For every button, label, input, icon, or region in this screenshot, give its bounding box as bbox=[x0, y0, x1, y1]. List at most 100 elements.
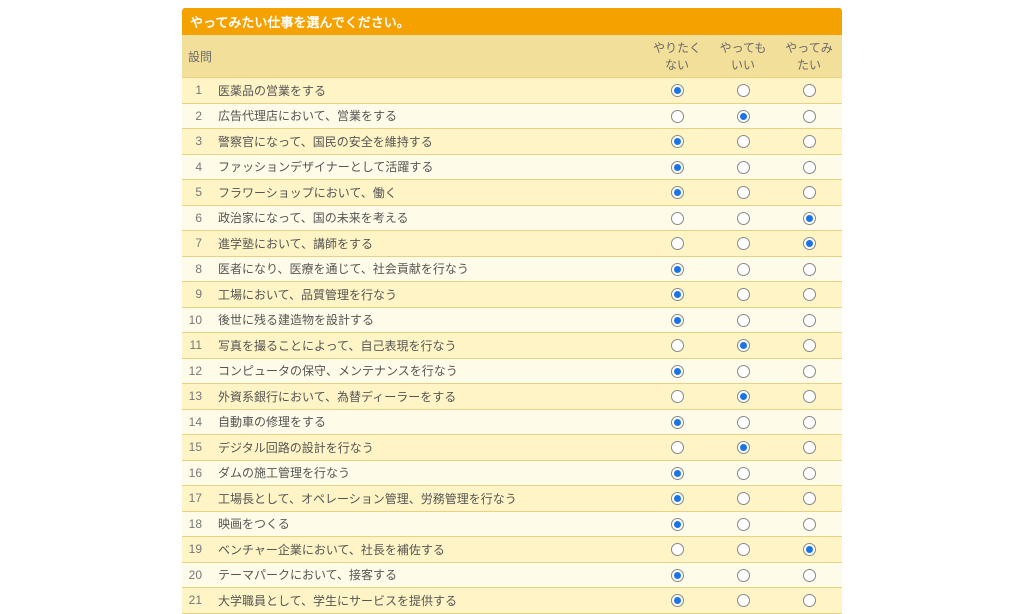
radio-option-3[interactable] bbox=[803, 237, 816, 250]
table-row: 9工場において、品質管理を行なう bbox=[182, 282, 842, 308]
radio-option-2[interactable] bbox=[737, 492, 750, 505]
radio-cell bbox=[776, 231, 842, 257]
row-number: 14 bbox=[182, 409, 212, 435]
radio-option-3[interactable] bbox=[803, 288, 816, 301]
row-number: 16 bbox=[182, 460, 212, 486]
radio-option-1[interactable] bbox=[671, 314, 684, 327]
radio-option-2[interactable] bbox=[737, 84, 750, 97]
question-text: ファッションデザイナーとして活躍する bbox=[212, 154, 644, 180]
row-number: 19 bbox=[182, 537, 212, 563]
radio-option-3[interactable] bbox=[803, 569, 816, 582]
radio-option-1[interactable] bbox=[671, 441, 684, 454]
radio-option-1[interactable] bbox=[671, 288, 684, 301]
radio-option-2[interactable] bbox=[737, 569, 750, 582]
question-text: 広告代理店において、営業をする bbox=[212, 103, 644, 129]
radio-option-3[interactable] bbox=[803, 594, 816, 607]
radio-option-2[interactable] bbox=[737, 543, 750, 556]
radio-option-2[interactable] bbox=[737, 518, 750, 531]
radio-option-1[interactable] bbox=[671, 339, 684, 352]
radio-option-1[interactable] bbox=[671, 518, 684, 531]
radio-option-2[interactable] bbox=[737, 467, 750, 480]
radio-cell bbox=[776, 103, 842, 129]
radio-option-3[interactable] bbox=[803, 135, 816, 148]
radio-option-2[interactable] bbox=[737, 441, 750, 454]
radio-cell bbox=[776, 358, 842, 384]
radio-option-3[interactable] bbox=[803, 543, 816, 556]
radio-cell bbox=[776, 537, 842, 563]
radio-option-1[interactable] bbox=[671, 84, 684, 97]
row-number: 4 bbox=[182, 154, 212, 180]
radio-option-1[interactable] bbox=[671, 416, 684, 429]
radio-cell bbox=[776, 562, 842, 588]
radio-option-2[interactable] bbox=[737, 416, 750, 429]
radio-option-2[interactable] bbox=[737, 365, 750, 378]
question-text: ベンチャー企業において、社長を補佐する bbox=[212, 537, 644, 563]
radio-option-1[interactable] bbox=[671, 212, 684, 225]
question-text: フラワーショップにおいて、働く bbox=[212, 180, 644, 206]
radio-cell bbox=[710, 486, 776, 512]
radio-option-3[interactable] bbox=[803, 314, 816, 327]
radio-option-3[interactable] bbox=[803, 186, 816, 199]
radio-option-2[interactable] bbox=[737, 594, 750, 607]
radio-option-3[interactable] bbox=[803, 263, 816, 276]
radio-option-1[interactable] bbox=[671, 594, 684, 607]
radio-option-2[interactable] bbox=[737, 390, 750, 403]
radio-option-2[interactable] bbox=[737, 263, 750, 276]
radio-cell bbox=[710, 180, 776, 206]
radio-option-2[interactable] bbox=[737, 110, 750, 123]
radio-cell bbox=[710, 78, 776, 104]
radio-option-2[interactable] bbox=[737, 237, 750, 250]
radio-option-1[interactable] bbox=[671, 390, 684, 403]
radio-option-1[interactable] bbox=[671, 543, 684, 556]
radio-option-2[interactable] bbox=[737, 135, 750, 148]
radio-cell bbox=[710, 307, 776, 333]
radio-cell bbox=[776, 486, 842, 512]
radio-option-2[interactable] bbox=[737, 161, 750, 174]
radio-option-3[interactable] bbox=[803, 416, 816, 429]
radio-cell bbox=[776, 282, 842, 308]
radio-option-1[interactable] bbox=[671, 135, 684, 148]
radio-option-2[interactable] bbox=[737, 288, 750, 301]
radio-cell bbox=[776, 256, 842, 282]
radio-cell bbox=[710, 129, 776, 155]
radio-option-2[interactable] bbox=[737, 339, 750, 352]
radio-option-1[interactable] bbox=[671, 263, 684, 276]
radio-cell bbox=[776, 384, 842, 410]
radio-cell bbox=[710, 384, 776, 410]
radio-cell bbox=[644, 511, 710, 537]
radio-option-3[interactable] bbox=[803, 161, 816, 174]
question-text: ダムの施工管理を行なう bbox=[212, 460, 644, 486]
radio-option-1[interactable] bbox=[671, 569, 684, 582]
radio-option-3[interactable] bbox=[803, 467, 816, 480]
radio-option-3[interactable] bbox=[803, 492, 816, 505]
row-number: 3 bbox=[182, 129, 212, 155]
radio-option-1[interactable] bbox=[671, 237, 684, 250]
table-row: 14自動車の修理をする bbox=[182, 409, 842, 435]
radio-option-3[interactable] bbox=[803, 110, 816, 123]
radio-cell bbox=[644, 231, 710, 257]
question-text: 医者になり、医療を通じて、社会貢献を行なう bbox=[212, 256, 644, 282]
radio-option-3[interactable] bbox=[803, 518, 816, 531]
radio-cell bbox=[710, 537, 776, 563]
radio-cell bbox=[710, 205, 776, 231]
radio-option-1[interactable] bbox=[671, 365, 684, 378]
radio-option-1[interactable] bbox=[671, 467, 684, 480]
radio-cell bbox=[710, 358, 776, 384]
radio-option-3[interactable] bbox=[803, 212, 816, 225]
radio-option-3[interactable] bbox=[803, 441, 816, 454]
radio-option-3[interactable] bbox=[803, 365, 816, 378]
row-number: 8 bbox=[182, 256, 212, 282]
radio-option-1[interactable] bbox=[671, 186, 684, 199]
col-opt2: やってもいい bbox=[710, 35, 776, 78]
radio-option-3[interactable] bbox=[803, 390, 816, 403]
radio-cell bbox=[710, 333, 776, 359]
radio-option-3[interactable] bbox=[803, 339, 816, 352]
radio-option-1[interactable] bbox=[671, 492, 684, 505]
radio-option-2[interactable] bbox=[737, 314, 750, 327]
radio-option-3[interactable] bbox=[803, 84, 816, 97]
radio-option-1[interactable] bbox=[671, 110, 684, 123]
radio-option-1[interactable] bbox=[671, 161, 684, 174]
radio-option-2[interactable] bbox=[737, 186, 750, 199]
radio-option-2[interactable] bbox=[737, 212, 750, 225]
radio-cell bbox=[644, 78, 710, 104]
